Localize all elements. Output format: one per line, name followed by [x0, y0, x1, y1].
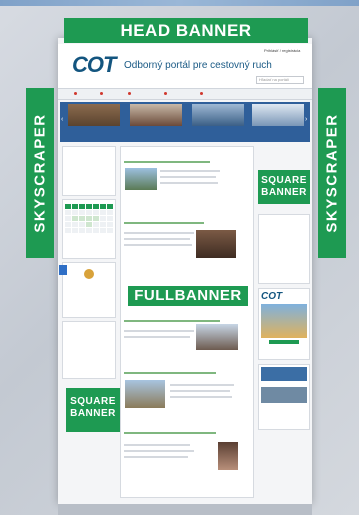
social-badge[interactable]	[59, 265, 67, 275]
article-title-bar[interactable]	[124, 432, 216, 434]
slide-image	[252, 104, 304, 126]
nav-item-4[interactable]	[164, 91, 169, 96]
article-text-line	[124, 330, 194, 332]
nav-item-3[interactable]	[128, 91, 133, 96]
article-text-line	[124, 238, 190, 240]
article-text-line	[170, 390, 230, 392]
square-banner-right-label: SQUARE BANNER	[258, 170, 310, 204]
site-tagline: Odborný portál pre cestovný ruch	[124, 60, 272, 71]
ad-image	[261, 304, 307, 338]
article-title-bar[interactable]	[124, 320, 220, 322]
nav-item-2[interactable]	[100, 91, 105, 96]
article-text-line	[160, 176, 216, 178]
full-banner-label: FULLBANNER	[128, 286, 248, 306]
sidebar-widget-links	[62, 321, 116, 379]
article-text-line	[124, 456, 188, 458]
article-text-line	[124, 244, 192, 246]
article-image[interactable]	[196, 230, 236, 258]
right-widget-news	[258, 214, 310, 284]
scene-background: HEAD BANNER COT Odborný portál pre cesto…	[0, 0, 359, 515]
article-title-bar[interactable]	[124, 161, 210, 163]
skyscraper-left-label: SKYSCRAPER	[26, 88, 54, 258]
weather-icon	[84, 269, 94, 279]
article-text-line	[160, 182, 218, 184]
carousel-slide-1[interactable]	[68, 104, 120, 140]
article-text-line	[124, 336, 190, 338]
article-text-line	[124, 450, 194, 452]
carousel-slide-3[interactable]	[192, 104, 244, 140]
slide-image	[130, 104, 182, 126]
skyscraper-right-label: SKYSCRAPER	[318, 88, 346, 258]
left-sidebar	[62, 146, 116, 406]
ad-cta[interactable]	[269, 340, 299, 344]
user-login-link[interactable]: Prihlásiť / registrácia	[264, 48, 300, 53]
slide-image	[68, 104, 120, 126]
right-widget-cot-ad[interactable]: COT	[258, 288, 310, 360]
article-text-line	[124, 444, 190, 446]
site-logo[interactable]: COT	[72, 52, 116, 78]
slide-image	[192, 104, 244, 126]
article-image[interactable]	[196, 324, 238, 350]
calendar-widget	[62, 199, 116, 259]
article-title-bar[interactable]	[124, 372, 216, 374]
gallery-thumb[interactable]	[261, 367, 307, 381]
top-stripe	[0, 0, 359, 6]
ad-logo: COT	[261, 291, 283, 302]
page-footer	[58, 504, 312, 515]
head-banner-label: HEAD BANNER	[64, 18, 308, 43]
article-text-line	[170, 396, 232, 398]
carousel-slide-4[interactable]	[252, 104, 304, 140]
article-image[interactable]	[218, 442, 238, 470]
nav-item-5[interactable]	[200, 91, 205, 96]
sidebar-widget-weather-detail	[62, 262, 116, 318]
article-image[interactable]	[125, 380, 165, 408]
main-navigation	[58, 88, 312, 100]
article-text-line	[160, 170, 220, 172]
article-title-bar[interactable]	[124, 222, 204, 224]
search-input[interactable]: Hľadať na portáli	[256, 76, 304, 84]
article-image[interactable]	[125, 168, 157, 190]
nav-item-1[interactable]	[74, 91, 79, 96]
carousel-slide-2[interactable]	[130, 104, 182, 140]
sidebar-widget-weather	[62, 146, 116, 196]
gallery-thumb[interactable]	[261, 387, 307, 403]
article-text-line	[170, 384, 234, 386]
calendar-grid[interactable]	[65, 204, 113, 233]
article-text-line	[124, 232, 194, 234]
right-widget-gallery	[258, 364, 310, 430]
square-banner-left-label: SQUARE BANNER	[66, 388, 120, 432]
carousel-prev-icon[interactable]: ‹	[61, 116, 63, 123]
carousel-next-icon[interactable]: ›	[305, 116, 307, 123]
